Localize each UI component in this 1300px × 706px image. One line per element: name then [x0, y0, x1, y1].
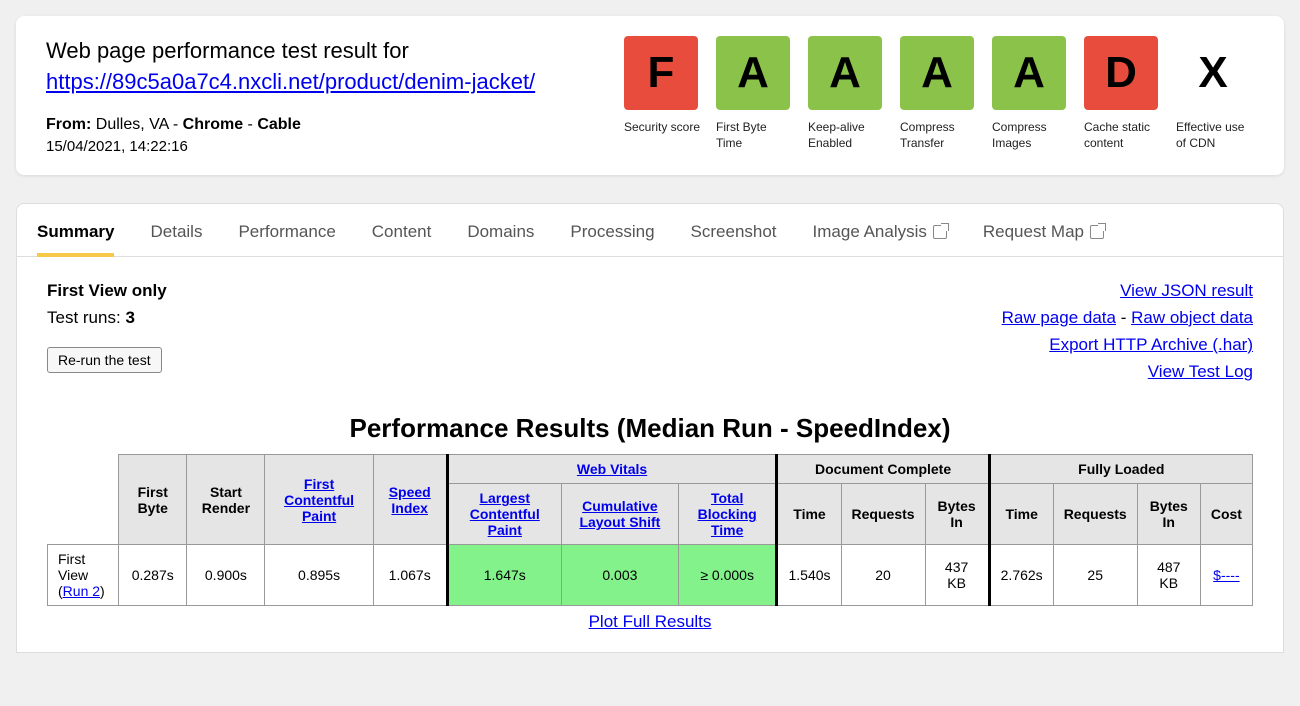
- tab-summary[interactable]: Summary: [37, 222, 114, 256]
- perf-results-table: First Byte Start Render First Contentful…: [47, 454, 1253, 606]
- col-dc-requests: Requests: [841, 484, 925, 545]
- raw-page-link[interactable]: Raw page data: [1002, 308, 1116, 327]
- col-speed-index: Speed Index: [373, 455, 447, 545]
- view-json-link[interactable]: View JSON result: [1120, 281, 1253, 300]
- summary-info: First View only Test runs: 3 Re-run the …: [47, 277, 167, 374]
- row-label: First View (Run 2): [48, 545, 119, 606]
- grade-label: Keep-alive Enabled: [808, 120, 886, 151]
- rerun-button[interactable]: Re-run the test: [47, 347, 162, 373]
- grade-compress-transfer[interactable]: A Compress Transfer: [900, 36, 978, 151]
- grade-letter: D: [1084, 36, 1158, 110]
- grade-label: Cache static content: [1084, 120, 1162, 151]
- result-header-card: Web page performance test result for htt…: [16, 16, 1284, 175]
- group-doc-complete: Document Complete: [777, 455, 989, 484]
- export-links: View JSON result Raw page data - Raw obj…: [1002, 277, 1253, 386]
- grade-letter: A: [716, 36, 790, 110]
- tab-image-analysis[interactable]: Image Analysis: [813, 222, 947, 256]
- grade-first-byte-time[interactable]: A First Byte Time: [716, 36, 794, 151]
- grade-label: Effective use of CDN: [1176, 120, 1254, 151]
- grade-letter: X: [1176, 36, 1250, 110]
- group-fully-loaded: Fully Loaded: [989, 455, 1252, 484]
- col-fl-bytes: Bytes In: [1137, 484, 1200, 545]
- plot-full-results-link[interactable]: Plot Full Results: [589, 612, 712, 631]
- group-web-vitals: Web Vitals: [447, 455, 777, 484]
- view-log-link[interactable]: View Test Log: [1148, 362, 1253, 381]
- grade-effective-use-of-cdn[interactable]: X Effective use of CDN: [1176, 36, 1254, 151]
- perf-results-title: Performance Results (Median Run - SpeedI…: [47, 413, 1253, 444]
- results-panel: Summary Details Performance Content Domains P…: [16, 203, 1284, 654]
- col-dc-time: Time: [777, 484, 841, 545]
- col-fl-requests: Requests: [1053, 484, 1137, 545]
- tab-content[interactable]: Content: [372, 222, 432, 256]
- grade-letter: A: [992, 36, 1066, 110]
- grade-letter: A: [900, 36, 974, 110]
- tab-details[interactable]: Details: [150, 222, 202, 256]
- cost-link[interactable]: $----: [1213, 567, 1239, 583]
- grade-keep-alive-enabled[interactable]: A Keep-alive Enabled: [808, 36, 886, 151]
- tested-url-link[interactable]: https://89c5a0a7c4.nxcli.net/product/den…: [46, 69, 535, 94]
- tabs-row: Summary Details Performance Content Domains P…: [17, 204, 1283, 257]
- from-line: From: Dulles, VA - Chrome - Cable: [46, 116, 604, 134]
- col-cost: Cost: [1200, 484, 1252, 545]
- col-cls: Cumulative Layout Shift: [561, 484, 678, 545]
- raw-object-link[interactable]: Raw object data: [1131, 308, 1253, 327]
- grade-security-score[interactable]: F Security score: [624, 36, 702, 151]
- grade-label: Compress Images: [992, 120, 1070, 151]
- col-fcp: First Contentful Paint: [265, 455, 373, 545]
- col-lcp: Largest Contentful Paint: [447, 484, 561, 545]
- export-har-link[interactable]: Export HTTP Archive (.har): [1049, 335, 1253, 354]
- grade-letter: F: [624, 36, 698, 110]
- tab-domains[interactable]: Domains: [467, 222, 534, 256]
- header-left: Web page performance test result for htt…: [46, 36, 604, 155]
- run-link[interactable]: Run 2: [63, 583, 100, 599]
- external-link-icon: [933, 225, 947, 239]
- tab-performance[interactable]: Performance: [238, 222, 335, 256]
- col-tbt: Total Blocking Time: [678, 484, 777, 545]
- grade-label: First Byte Time: [716, 120, 794, 151]
- title-prefix: Web page performance test result for: [46, 38, 409, 63]
- external-link-icon: [1090, 225, 1104, 239]
- grade-letter: A: [808, 36, 882, 110]
- grade-label: Compress Transfer: [900, 120, 978, 151]
- grade-label: Security score: [624, 120, 700, 136]
- tab-screenshot[interactable]: Screenshot: [691, 222, 777, 256]
- grade-cache-static-content[interactable]: D Cache static content: [1084, 36, 1162, 151]
- grades-row: F Security score A First Byte Time A Keep-ali…: [624, 36, 1254, 151]
- col-fl-time: Time: [989, 484, 1053, 545]
- col-first-byte: First Byte: [119, 455, 187, 545]
- grade-compress-images[interactable]: A Compress Images: [992, 36, 1070, 151]
- tab-processing[interactable]: Processing: [570, 222, 654, 256]
- tab-request-map[interactable]: Request Map: [983, 222, 1104, 256]
- table-row: First View (Run 2) 0.287s 0.900s 0.895s …: [48, 545, 1253, 606]
- col-dc-bytes: Bytes In: [925, 484, 989, 545]
- col-start-render: Start Render: [187, 455, 265, 545]
- test-timestamp: 15/04/2021, 14:22:16: [46, 138, 604, 155]
